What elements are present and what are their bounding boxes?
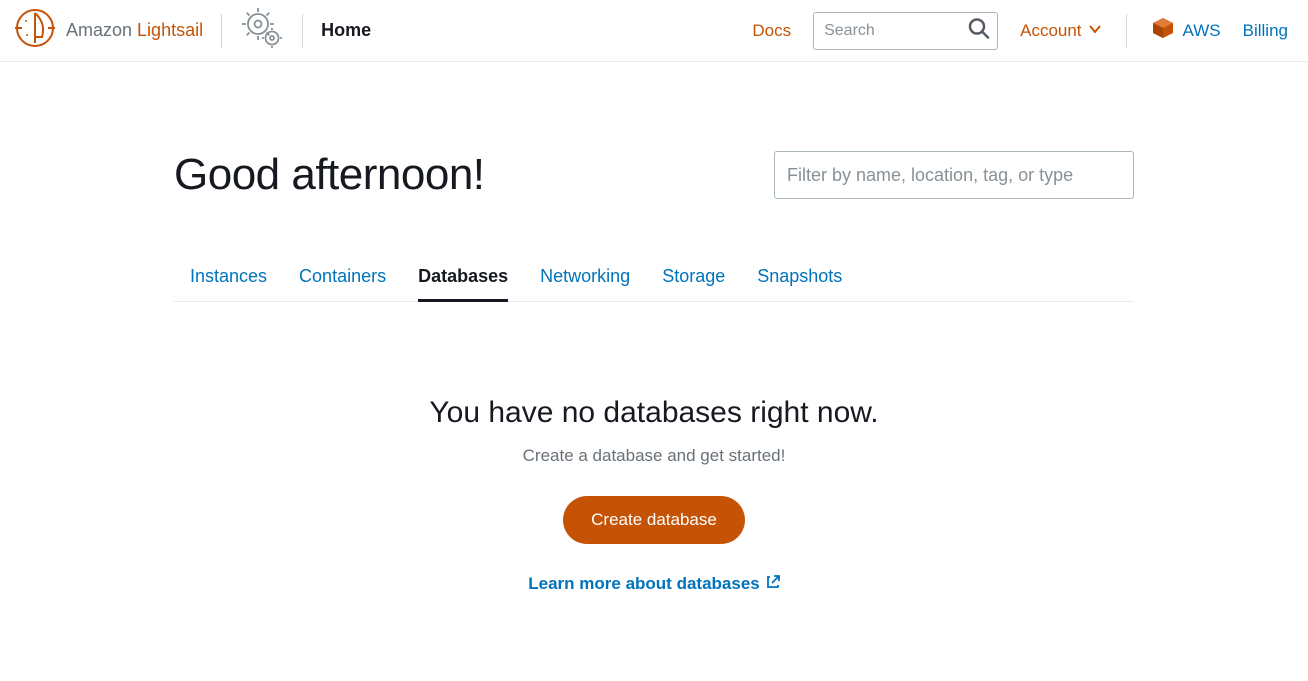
search-wrap: [813, 12, 998, 50]
filter-input[interactable]: [774, 151, 1134, 199]
brand-logo[interactable]: Amazon Lightsail: [14, 7, 203, 54]
divider: [1126, 14, 1127, 48]
empty-title: You have no databases right now.: [174, 396, 1134, 430]
aws-label: AWS: [1183, 21, 1221, 41]
search-input[interactable]: [813, 12, 998, 50]
settings-button[interactable]: [240, 6, 284, 55]
tab-databases[interactable]: Databases: [418, 266, 508, 302]
main-content: Good afternoon! Instances Containers Dat…: [174, 62, 1134, 634]
docs-link[interactable]: Docs: [752, 21, 791, 41]
learn-more-label: Learn more about databases: [528, 574, 759, 594]
greeting-row: Good afternoon!: [174, 62, 1134, 200]
external-link-icon: [766, 574, 780, 594]
account-dropdown[interactable]: Account: [1020, 21, 1101, 41]
gear-icon: [240, 6, 284, 55]
nav-home[interactable]: Home: [321, 20, 371, 41]
brand-text: Amazon Lightsail: [66, 20, 203, 41]
tab-instances[interactable]: Instances: [190, 266, 267, 301]
billing-link[interactable]: Billing: [1243, 21, 1288, 41]
tab-snapshots[interactable]: Snapshots: [757, 266, 842, 301]
tab-containers[interactable]: Containers: [299, 266, 386, 301]
header: Amazon Lightsail Home Docs: [0, 0, 1308, 62]
empty-subtitle: Create a database and get started!: [174, 446, 1134, 466]
aws-link[interactable]: AWS: [1151, 16, 1221, 45]
learn-more-link[interactable]: Learn more about databases: [528, 574, 779, 594]
header-right: Docs Account: [752, 12, 1288, 50]
aws-cube-icon: [1151, 16, 1175, 45]
divider: [221, 14, 222, 48]
account-label: Account: [1020, 21, 1081, 41]
divider: [302, 14, 303, 48]
tab-networking[interactable]: Networking: [540, 266, 630, 301]
empty-state: You have no databases right now. Create …: [174, 302, 1134, 594]
chevron-down-icon: [1088, 21, 1102, 41]
tab-storage[interactable]: Storage: [662, 266, 725, 301]
lightsail-logo-icon: [14, 7, 56, 54]
create-database-button[interactable]: Create database: [563, 496, 745, 544]
tabs: Instances Containers Databases Networkin…: [174, 266, 1134, 302]
page-title: Good afternoon!: [174, 150, 485, 200]
